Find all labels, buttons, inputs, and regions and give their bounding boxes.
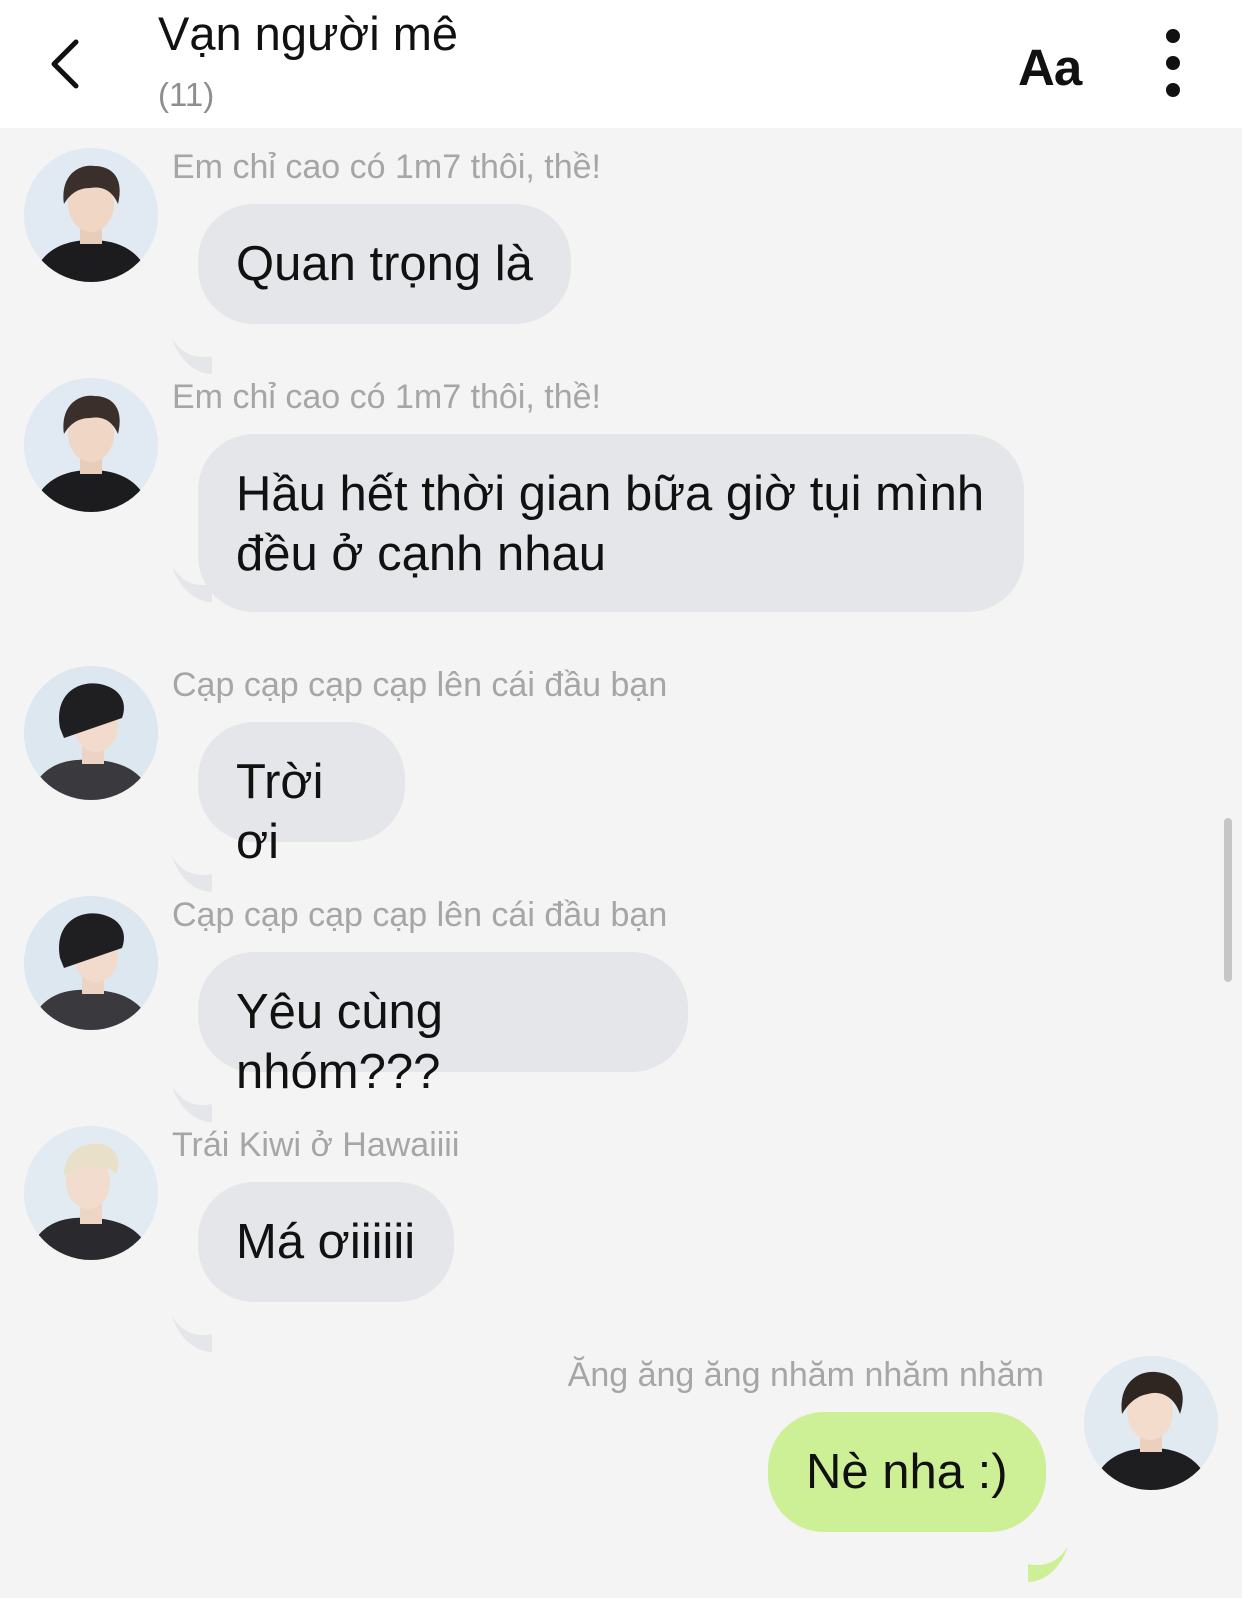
member-avatar-2[interactable]: [24, 666, 158, 800]
message-bubble[interactable]: Nè nha :): [768, 1412, 1046, 1532]
bubble-tail: [1028, 1546, 1068, 1582]
sender-name: Cạp cạp cạp cạp lên cái đầu bạn: [172, 666, 668, 704]
back-button[interactable]: [40, 36, 96, 92]
bubble-tail: [172, 1086, 212, 1122]
back-arrow-icon: [51, 39, 79, 89]
more-options-button[interactable]: [1158, 28, 1188, 100]
member-avatar-2[interactable]: [24, 896, 158, 1030]
message-bubble[interactable]: Má ơiiiiii: [198, 1182, 454, 1302]
chat-header: Vạn người mê (11) Aa: [0, 0, 1242, 128]
sender-name: Ăng ăng ăng nhăm nhăm nhăm: [567, 1356, 1044, 1394]
bubble-tail: [172, 856, 212, 892]
member-avatar-3[interactable]: [24, 1126, 158, 1260]
message-list[interactable]: Em chỉ cao có 1m7 thôi, thề! Quan trọng …: [0, 128, 1242, 1598]
my-avatar[interactable]: [1084, 1356, 1218, 1490]
message-bubble[interactable]: Yêu cùng nhóm???: [198, 952, 688, 1099]
bubble-tail: [172, 1316, 212, 1352]
chat-title[interactable]: Vạn người mê: [158, 6, 458, 61]
font-size-button[interactable]: Aa: [1018, 38, 1082, 97]
bubble-tail: [172, 338, 212, 374]
more-vertical-icon: [1166, 29, 1180, 97]
sender-name: Em chỉ cao có 1m7 thôi, thề!: [172, 378, 601, 416]
message-bubble[interactable]: Trời ơi: [198, 722, 405, 869]
member-count: (11): [158, 76, 215, 113]
sender-name: Cạp cạp cạp cạp lên cái đầu bạn: [172, 896, 668, 934]
message-bubble[interactable]: Quan trọng là: [198, 204, 571, 324]
sender-name: Em chỉ cao có 1m7 thôi, thề!: [172, 148, 601, 186]
scrollbar[interactable]: [1224, 818, 1232, 982]
member-avatar-1[interactable]: [24, 378, 158, 512]
sender-name: Trái Kiwi ở Hawaiiii: [172, 1126, 460, 1164]
member-avatar-1[interactable]: [24, 148, 158, 282]
message-bubble[interactable]: Hầu hết thời gian bữa giờ tụi mình đều ở…: [198, 434, 1024, 612]
